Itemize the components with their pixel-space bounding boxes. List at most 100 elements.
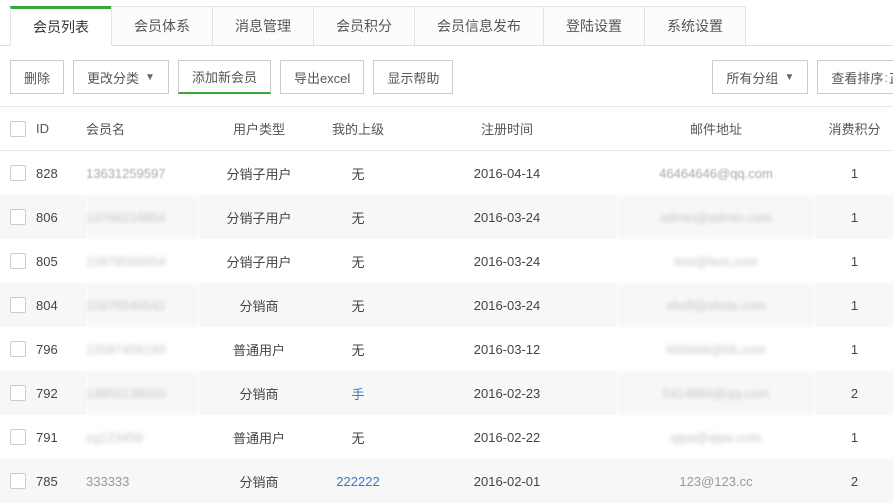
tab-bar: 会员列表 会员体系 消息管理 会员积分 会员信息发布 登陆设置 系统设置	[0, 0, 893, 46]
tab-7[interactable]: 系统设置	[644, 6, 746, 46]
table-row: 804 15878546541 分销商 无 2016-03-24 sfsdf@s…	[0, 283, 893, 327]
cell-user-type: 普通用户	[200, 327, 318, 371]
column-header-regdate: 注册时间	[398, 107, 616, 151]
cell-member-name: 13587456193	[86, 327, 200, 371]
tab-label: 系统设置	[667, 16, 723, 36]
cell-reg-date: 2016-03-24	[398, 283, 616, 327]
row-checkbox[interactable]	[10, 297, 26, 313]
tab-label: 会员列表	[33, 17, 89, 37]
sort-order-prefix: 查看排序	[831, 68, 883, 87]
cell-member-name: 15878566654	[86, 239, 200, 283]
cell-user-type: 普通用户	[200, 415, 318, 459]
show-help-button[interactable]: 显示帮助	[373, 60, 453, 94]
cell-user-type: 分销子用户	[200, 239, 318, 283]
tab-5[interactable]: 会员信息发布	[414, 6, 544, 46]
cell-points: 1	[816, 195, 893, 239]
cell-points: 1	[816, 283, 893, 327]
cell-user-type: 分销商	[200, 371, 318, 415]
cell-reg-date: 2016-03-24	[398, 239, 616, 283]
cell-member-name: 15878546541	[86, 283, 200, 327]
caret-down-icon: ▼	[784, 72, 794, 83]
cell-reg-date: 2016-03-24	[398, 195, 616, 239]
column-header-email: 邮件地址	[616, 107, 816, 151]
tab-label: 登陆设置	[566, 16, 622, 36]
column-header-points: 消费积分	[816, 107, 893, 151]
cell-upline-link[interactable]: 手	[318, 371, 398, 415]
cell-member-name: 333333	[86, 459, 200, 503]
cell-reg-date: 2016-04-14	[398, 151, 616, 196]
tab-label: 会员信息发布	[437, 16, 521, 36]
group-filter-label: 所有分组	[726, 68, 778, 87]
row-checkbox[interactable]	[10, 341, 26, 357]
tab-label: 会员体系	[134, 16, 190, 36]
table-row: 806 13766218854 分销子用户 无 2016-03-24 admin…	[0, 195, 893, 239]
cell-member-name: 13766218854	[86, 195, 200, 239]
cell-upline-link[interactable]: 222222	[318, 459, 398, 503]
tab-label: 会员积分	[336, 16, 392, 36]
cell-member-id: 806	[36, 195, 86, 239]
sort-order-value: 正常排序	[889, 68, 893, 87]
cell-upline: 无	[318, 415, 398, 459]
table-row: 805 15878566654 分销子用户 无 2016-03-24 test@…	[0, 239, 893, 283]
cell-email: 123@123.cc	[616, 459, 816, 503]
table-row: 792 13800138000 分销商 手 2016-02-23 5414864…	[0, 371, 893, 415]
cell-member-id: 804	[36, 283, 86, 327]
row-checkbox[interactable]	[10, 209, 26, 225]
cell-user-type: 分销商	[200, 283, 318, 327]
cell-reg-date: 2016-02-23	[398, 371, 616, 415]
column-header-id: ID	[36, 107, 86, 151]
row-checkbox[interactable]	[10, 253, 26, 269]
tab-1[interactable]: 会员列表	[10, 6, 112, 46]
cell-points: 1	[816, 151, 893, 196]
export-excel-label: 导出excel	[294, 68, 350, 87]
cell-member-name: zg123456	[86, 415, 200, 459]
row-checkbox[interactable]	[10, 429, 26, 445]
tab-2[interactable]: 会员体系	[111, 6, 213, 46]
add-member-button[interactable]: 添加新会员	[178, 60, 271, 94]
member-table: ID 会员名 用户类型 我的上级 注册时间 邮件地址 消费积分 828 1363…	[0, 106, 893, 503]
cell-reg-date: 2016-02-01	[398, 459, 616, 503]
cell-member-id: 791	[36, 415, 86, 459]
cell-member-id: 796	[36, 327, 86, 371]
tab-3[interactable]: 消息管理	[212, 6, 314, 46]
tab-6[interactable]: 登陆设置	[543, 6, 645, 46]
cell-email: test@test.com	[616, 239, 816, 283]
export-excel-button[interactable]: 导出excel	[280, 60, 364, 94]
change-category-label: 更改分类	[87, 68, 139, 87]
table-row: 785 333333 分销商 222222 2016-02-01 123@123…	[0, 459, 893, 503]
column-header-upline: 我的上级	[318, 107, 398, 151]
row-checkbox[interactable]	[10, 165, 26, 181]
tab-4[interactable]: 会员积分	[313, 6, 415, 46]
cell-member-name: 13800138000	[86, 371, 200, 415]
cell-points: 1	[816, 415, 893, 459]
cell-points: 1	[816, 327, 893, 371]
cell-upline: 无	[318, 283, 398, 327]
cell-email: qipa@qipa.com	[616, 415, 816, 459]
row-checkbox[interactable]	[10, 385, 26, 401]
table-row: 828 13631259597 分销子用户 无 2016-04-14 46464…	[0, 151, 893, 196]
group-filter-dropdown[interactable]: 所有分组 ▼	[712, 60, 808, 94]
cell-email: 5414864@qq.com	[616, 371, 816, 415]
sort-order-button[interactable]: 查看排序 : 正常排序	[817, 60, 893, 94]
cell-upline: 无	[318, 327, 398, 371]
change-category-dropdown[interactable]: 更改分类 ▼	[73, 60, 169, 94]
delete-button-label: 删除	[24, 68, 50, 87]
cell-member-id: 805	[36, 239, 86, 283]
cell-upline: 无	[318, 239, 398, 283]
cell-email: admin@admin.com	[616, 195, 816, 239]
caret-down-icon: ▼	[145, 72, 155, 83]
toolbar-right: 所有分组 ▼ 查看排序 : 正常排序	[712, 60, 893, 94]
cell-reg-date: 2016-03-12	[398, 327, 616, 371]
toolbar: 删除 更改分类 ▼ 添加新会员 导出excel 显示帮助 所有分组 ▼ 查看排序…	[0, 46, 893, 94]
delete-button[interactable]: 删除	[10, 60, 64, 94]
cell-points: 1	[816, 239, 893, 283]
row-checkbox[interactable]	[10, 473, 26, 489]
cell-points: 2	[816, 459, 893, 503]
cell-member-id: 828	[36, 151, 86, 196]
cell-user-type: 分销子用户	[200, 151, 318, 196]
cell-email: sfsdf@sfsda.com	[616, 283, 816, 327]
cell-member-name: 13631259597	[86, 151, 200, 196]
add-member-label: 添加新会员	[192, 67, 257, 86]
select-all-checkbox[interactable]	[10, 121, 26, 137]
cell-upline: 无	[318, 151, 398, 196]
